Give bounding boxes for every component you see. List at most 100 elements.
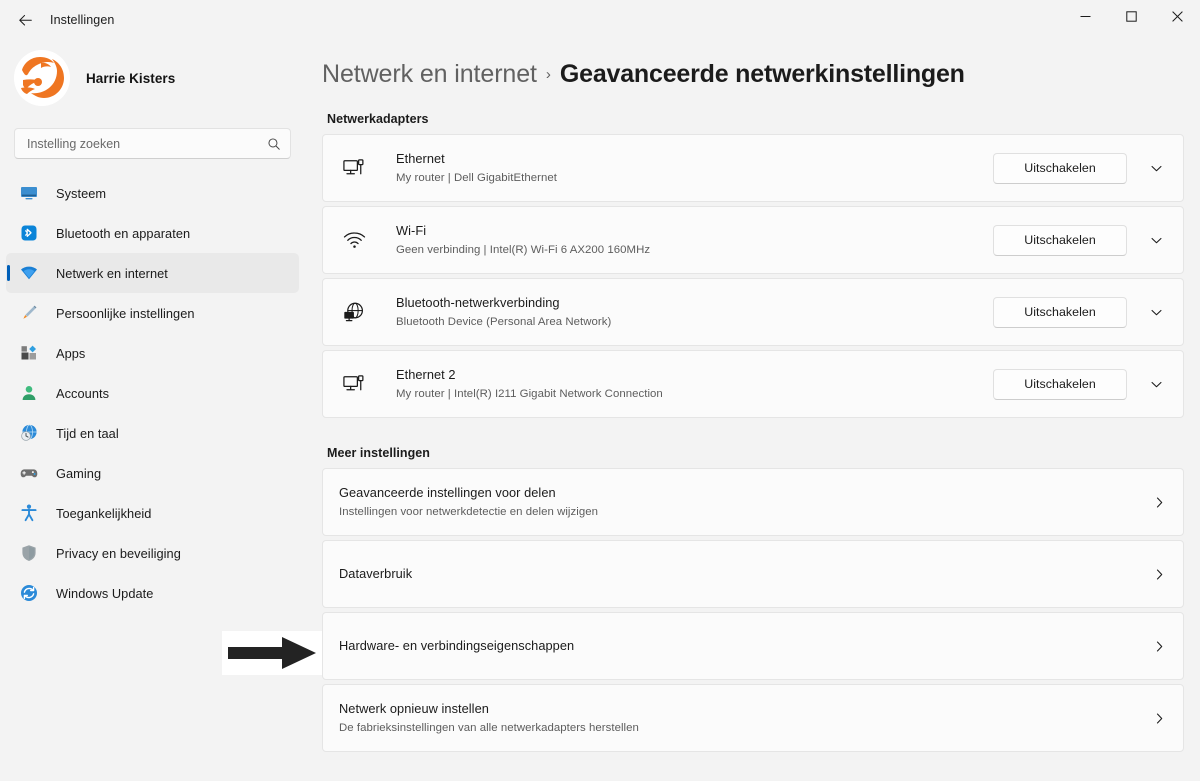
adapter-text: Ethernet 2 My router | Intel(R) I211 Gig… [396,366,993,402]
settings-window: Instellingen Harrie Kisters Instelling z… [0,0,1200,781]
sidebar-item-label: Accounts [56,385,110,401]
back-button[interactable] [8,5,42,35]
adapter-name: Bluetooth-netwerkverbinding [396,295,560,310]
chevron-down-icon[interactable] [1135,148,1177,188]
page-title: Geavanceerde netwerkinstellingen [559,60,965,88]
sidebar-item-netwerk-en-internet[interactable]: Netwerk en internet [6,253,299,293]
adapter-detail: My router | Intel(R) I211 Gigabit Networ… [396,388,663,400]
breadcrumb-separator-icon: › [545,66,551,83]
adapter-text: Wi-Fi Geen verbinding | Intel(R) Wi-Fi 6… [396,222,993,258]
breadcrumb: Netwerk en internet › Geavanceerde netwe… [322,46,1200,98]
more-row-name: Dataverbruik [339,566,413,581]
accessibility-icon [18,502,40,524]
adapter-text: Bluetooth-netwerkverbinding Bluetooth De… [396,294,993,330]
more-settings-list: Geavanceerde instellingen voor delen Ins… [322,468,1200,752]
adapter-detail: My router | Dell GigabitEthernet [396,172,557,184]
main-content: Netwerk en internet › Geavanceerde netwe… [305,40,1200,781]
section-title-more-settings: Meer instellingen [327,446,430,460]
time-language-icon [18,422,40,444]
sidebar-item-toegankelijkheid[interactable]: Toegankelijkheid [6,493,299,533]
sidebar-item-label: Systeem [56,185,107,201]
bluetooth-network-icon [339,300,369,325]
disable-button[interactable]: Uitschakelen [993,152,1127,184]
more-row-data-usage[interactable]: Dataverbruik [322,540,1184,608]
more-row-text: Geavanceerde instellingen voor delen Ins… [339,484,1141,520]
disable-button[interactable]: Uitschakelen [993,368,1127,400]
more-row-name: Netwerk opnieuw instellen [339,701,489,716]
chevron-right-icon [1141,698,1177,738]
sidebar-item-privacy-en-beveiliging[interactable]: Privacy en beveiliging [6,533,299,573]
more-row-detail: Instellingen voor netwerkdetectie en del… [339,506,598,518]
close-button[interactable] [1154,0,1200,32]
sidebar-item-label: Persoonlijke instellingen [56,305,195,321]
privacy-shield-icon [18,542,40,564]
ethernet-icon [339,156,369,181]
more-row-name: Hardware- en verbindingseigenschappen [339,638,575,653]
more-row-detail: De fabrieksinstellingen van alle netwerk… [339,722,639,734]
adapter-actions: Uitschakelen [993,364,1177,404]
more-row-hardware-connection-properties[interactable]: Hardware- en verbindingseigenschappen [322,612,1184,680]
more-row-text: Dataverbruik [339,565,1141,583]
adapter-actions: Uitschakelen [993,148,1177,188]
chevron-right-icon [1141,626,1177,666]
search-input[interactable] [27,136,267,151]
more-row-text: Netwerk opnieuw instellen De fabrieksins… [339,700,1141,736]
chevron-down-icon[interactable] [1135,220,1177,260]
ethernet-icon [339,372,369,397]
more-row-network-reset[interactable]: Netwerk opnieuw instellen De fabrieksins… [322,684,1184,752]
title-bar: Instellingen [0,0,1200,40]
sidebar-item-bluetooth-en-apparaten[interactable]: Bluetooth en apparaten [6,213,299,253]
adapter-detail: Bluetooth Device (Personal Area Network) [396,316,612,328]
adapter-actions: Uitschakelen [993,292,1177,332]
chevron-down-icon[interactable] [1135,292,1177,332]
section-title-adapters: Netwerkadapters [327,112,429,126]
sidebar: Harrie Kisters Instelling zoeken Systeem… [0,40,305,781]
adapter-row-ethernet-2: Ethernet 2 My router | Intel(R) I211 Gig… [322,350,1184,418]
chevron-right-icon [1141,482,1177,522]
sidebar-item-label: Tijd en taal [56,425,119,441]
gaming-icon [18,462,40,484]
sidebar-item-accounts[interactable]: Accounts [6,373,299,413]
search-box[interactable] [14,128,291,159]
sidebar-item-label: Apps [56,345,86,361]
sidebar-item-tijd-en-taal[interactable]: Tijd en taal [6,413,299,453]
profile-name: Harrie Kisters [86,70,176,86]
apps-icon [18,342,40,364]
sidebar-item-apps[interactable]: Apps [6,333,299,373]
adapter-name: Ethernet 2 [396,367,456,382]
system-icon [18,182,40,204]
window-title: Instellingen [50,13,115,27]
personalization-icon [18,302,40,324]
bluetooth-icon [18,222,40,244]
breadcrumb-parent-link[interactable]: Netwerk en internet [322,60,537,89]
window-body: Harrie Kisters Instelling zoeken Systeem… [0,40,1200,781]
adapter-detail: Geen verbinding | Intel(R) Wi-Fi 6 AX200… [396,244,651,256]
disable-button[interactable]: Uitschakelen [993,296,1127,328]
sidebar-item-label: Bluetooth en apparaten [56,225,191,241]
maximize-button[interactable] [1108,0,1154,32]
sidebar-item-label: Toegankelijkheid [56,505,152,521]
sidebar-item-windows-update[interactable]: Windows Update [6,573,299,613]
sidebar-item-gaming[interactable]: Gaming [6,453,299,493]
window-controls [1062,0,1200,40]
adapter-name: Ethernet [396,151,445,166]
adapter-row-ethernet: Ethernet My router | Dell GigabitEtherne… [322,134,1184,202]
sidebar-item-systeem[interactable]: Systeem [6,173,299,213]
adapter-row-wifi: Wi-Fi Geen verbinding | Intel(R) Wi-Fi 6… [322,206,1184,274]
search-icon [267,137,281,151]
sidebar-item-label: Privacy en beveiliging [56,545,181,561]
adapter-list: Ethernet My router | Dell GigabitEtherne… [322,134,1200,418]
profile-section[interactable]: Harrie Kisters [0,46,305,108]
sidebar-item-persoonlijke-instellingen[interactable]: Persoonlijke instellingen [6,293,299,333]
sidebar-item-label: Gaming [56,465,102,481]
more-row-name: Geavanceerde instellingen voor delen [339,485,556,500]
avatar [14,50,70,106]
disable-button[interactable]: Uitschakelen [993,224,1127,256]
network-icon [18,262,40,284]
wifi-icon [339,228,369,253]
chevron-down-icon[interactable] [1135,364,1177,404]
more-row-advanced-sharing[interactable]: Geavanceerde instellingen voor delen Ins… [322,468,1184,536]
adapter-actions: Uitschakelen [993,220,1177,260]
sidebar-nav: Systeem Bluetooth en apparaten Netwerk e… [0,173,305,613]
minimize-button[interactable] [1062,0,1108,32]
